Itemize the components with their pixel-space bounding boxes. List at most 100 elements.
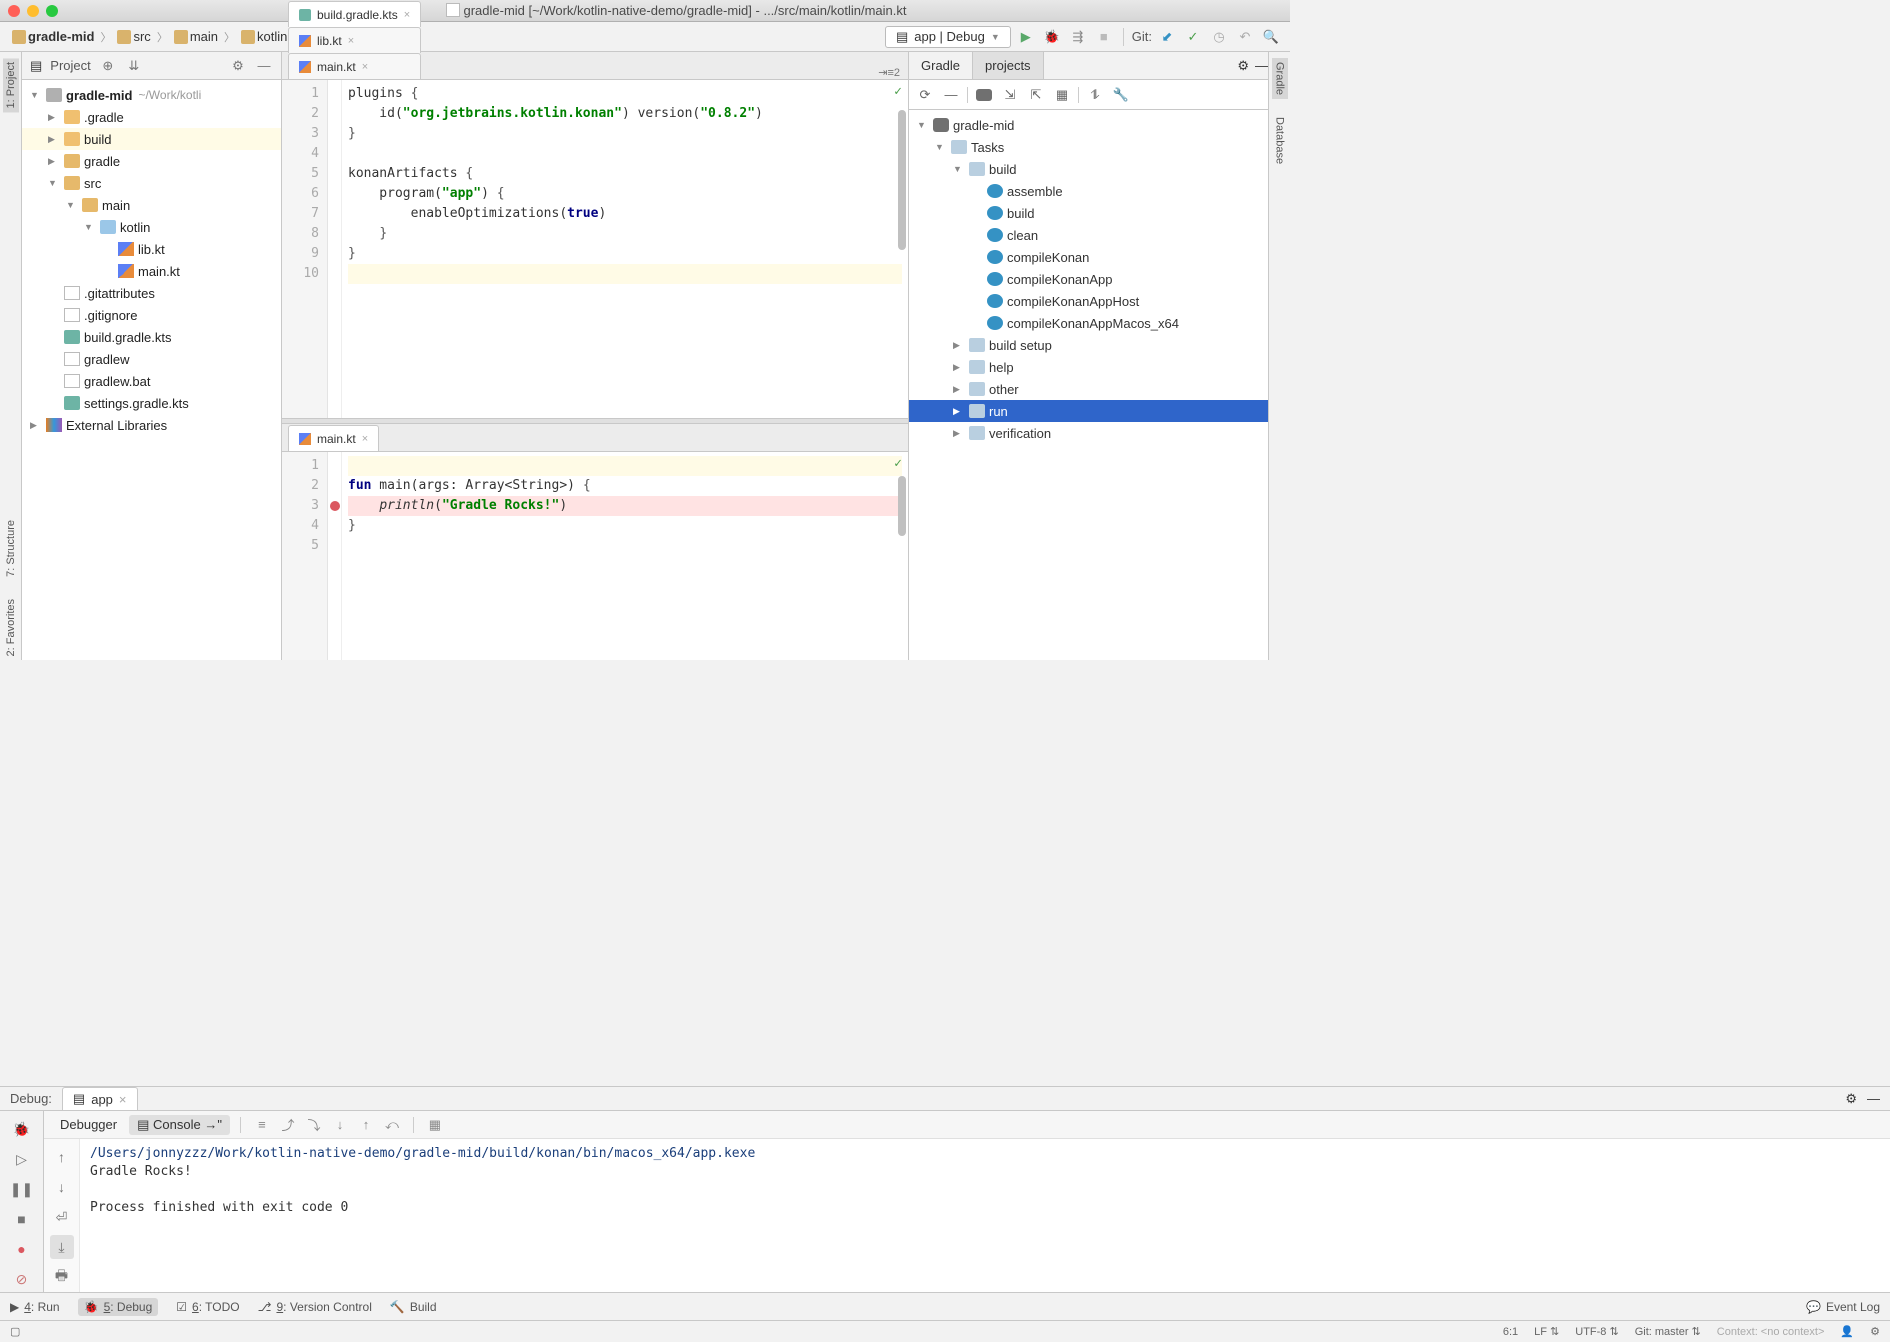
- close-tab-icon[interactable]: ×: [119, 1092, 127, 1107]
- tree-item[interactable]: build.gradle.kts: [22, 326, 281, 348]
- line-ending-selector[interactable]: LF ⇅: [1534, 1325, 1559, 1338]
- hide-gradle-button[interactable]: —: [1255, 58, 1268, 73]
- fold-gutter[interactable]: [328, 80, 342, 418]
- step-out-button[interactable]: ↓: [329, 1114, 351, 1136]
- editor-tab[interactable]: main.kt ×: [288, 425, 379, 451]
- editor-tab[interactable]: lib.kt×: [288, 27, 421, 53]
- memory-indicator[interactable]: ⚙: [1870, 1325, 1880, 1338]
- tree-item[interactable]: ▼src: [22, 172, 281, 194]
- bottom-bar-item[interactable]: ☑6: TODO: [176, 1300, 239, 1314]
- step-over-button[interactable]: ≡: [251, 1114, 273, 1136]
- close-tab-icon[interactable]: ×: [404, 9, 410, 21]
- encoding-selector[interactable]: UTF-8 ⇅: [1575, 1325, 1618, 1338]
- up-button[interactable]: ↑: [50, 1145, 74, 1169]
- run-to-cursor-button[interactable]: ↑: [355, 1114, 377, 1136]
- debug-settings-button[interactable]: ⚙: [1845, 1091, 1857, 1107]
- toolwindow-toggle-icon[interactable]: ▢: [10, 1325, 20, 1338]
- run-button[interactable]: ▶: [1015, 26, 1037, 48]
- gradle-task-group[interactable]: ▼build: [909, 158, 1268, 180]
- gradle-task[interactable]: compileKonanApp: [909, 268, 1268, 290]
- rerun-button[interactable]: 🐞: [10, 1117, 34, 1141]
- force-step-into-button[interactable]: ⤵: [303, 1114, 325, 1136]
- detach-button[interactable]: —: [941, 85, 961, 105]
- close-tab-icon[interactable]: ×: [362, 433, 368, 445]
- tree-item[interactable]: ▶.gradle: [22, 106, 281, 128]
- evaluate-button[interactable]: ▦: [424, 1114, 446, 1136]
- editor-bottom[interactable]: 12345 fun main(args: Array<String>) { pr…: [282, 452, 908, 660]
- tree-item[interactable]: ▼main: [22, 194, 281, 216]
- hide-panel-button[interactable]: —: [255, 57, 273, 75]
- breakpoint-gutter[interactable]: [328, 452, 342, 660]
- context-status[interactable]: Context: <no context>: [1717, 1326, 1825, 1338]
- left-tab-project[interactable]: 1: Project: [3, 58, 19, 112]
- split-indicator[interactable]: ⇥≡2: [878, 66, 900, 79]
- tree-item[interactable]: ▶gradle: [22, 150, 281, 172]
- gradle-task-group[interactable]: ▶build setup: [909, 334, 1268, 356]
- tree-root[interactable]: ▼ gradle-mid ~/Work/kotli: [22, 84, 281, 106]
- history-button[interactable]: ◷: [1208, 26, 1230, 48]
- close-tab-icon[interactable]: ×: [348, 35, 354, 47]
- event-log-button[interactable]: 💬Event Log: [1806, 1300, 1880, 1314]
- git-branch-selector[interactable]: Git: master ⇅: [1635, 1325, 1701, 1338]
- expand-all-button[interactable]: ⇲: [1000, 85, 1020, 105]
- gradle-task[interactable]: compileKonanAppHost: [909, 290, 1268, 312]
- breadcrumb-item[interactable]: src: [113, 27, 154, 46]
- tree-item[interactable]: .gitignore: [22, 304, 281, 326]
- print-button[interactable]: 🖶: [50, 1265, 74, 1289]
- editor-top[interactable]: 12345678910 plugins { id("org.jetbrains.…: [282, 80, 908, 418]
- breadcrumb-item[interactable]: gradle-mid: [8, 27, 98, 46]
- stop-button[interactable]: ■: [1093, 26, 1115, 48]
- resume-button[interactable]: ▷: [10, 1147, 34, 1171]
- scrollbar-thumb[interactable]: [898, 476, 906, 536]
- gradle-task[interactable]: compileKonanAppMacos_x64: [909, 312, 1268, 334]
- search-button[interactable]: 🔍: [1260, 26, 1282, 48]
- debug-session-tab[interactable]: ▤ app ×: [62, 1087, 138, 1110]
- gradle-tasks-node[interactable]: ▼Tasks: [909, 136, 1268, 158]
- run-config-dropdown[interactable]: ▤ app | Debug ▼: [885, 26, 1011, 48]
- hector-icon[interactable]: 👤: [1840, 1325, 1854, 1338]
- tree-item[interactable]: lib.kt: [22, 238, 281, 260]
- project-tree[interactable]: ▼ gradle-mid ~/Work/kotli ▶.gradle▶build…: [22, 80, 281, 660]
- hide-debug-button[interactable]: —: [1867, 1091, 1880, 1106]
- console-tab[interactable]: ▤ Console →": [129, 1115, 230, 1135]
- bottom-bar-item[interactable]: ⎇9: Version Control: [258, 1300, 372, 1314]
- tree-item[interactable]: gradlew.bat: [22, 370, 281, 392]
- tree-item[interactable]: settings.gradle.kts: [22, 392, 281, 414]
- bottom-bar-item[interactable]: 🔨Build: [390, 1300, 437, 1314]
- gradle-settings-button[interactable]: ⚙: [1237, 58, 1249, 74]
- tree-item[interactable]: ▼kotlin: [22, 216, 281, 238]
- close-tab-icon[interactable]: ×: [362, 61, 368, 73]
- gradle-tab-gradle[interactable]: Gradle: [909, 52, 973, 79]
- editor-tab[interactable]: build.gradle.kts×: [288, 1, 421, 27]
- editor-tab[interactable]: main.kt×: [288, 53, 421, 79]
- tree-item[interactable]: .gitattributes: [22, 282, 281, 304]
- tree-external-libs[interactable]: ▶ External Libraries: [22, 414, 281, 436]
- gradle-task-group[interactable]: ▶help: [909, 356, 1268, 378]
- gradle-task-group[interactable]: ▶verification: [909, 422, 1268, 444]
- gradle-task-group[interactable]: ▶run: [909, 400, 1268, 422]
- gradle-tree[interactable]: ▼gradle-mid ▼Tasks ▼buildassemblebuildcl…: [909, 110, 1268, 660]
- collapse-all-button[interactable]: ⇊: [125, 57, 143, 75]
- caret-position[interactable]: 6:1: [1503, 1326, 1518, 1338]
- offline-button[interactable]: ⥮: [1085, 85, 1105, 105]
- down-button[interactable]: ↓: [50, 1175, 74, 1199]
- wrench-button[interactable]: 🔧: [1111, 85, 1131, 105]
- minimize-window-button[interactable]: [27, 5, 39, 17]
- left-tab-favorites[interactable]: 2: Favorites: [3, 595, 19, 660]
- breadcrumb-item[interactable]: kotlin: [237, 27, 291, 46]
- view-breakpoints-button[interactable]: ●: [10, 1237, 34, 1261]
- mute-breakpoints-button[interactable]: ⊘: [10, 1267, 34, 1291]
- debug-button[interactable]: 🐞: [1041, 26, 1063, 48]
- revert-button[interactable]: ↶: [1234, 26, 1256, 48]
- gradle-task[interactable]: build: [909, 202, 1268, 224]
- gradle-task-group[interactable]: ▶other: [909, 378, 1268, 400]
- stop-button[interactable]: ■: [10, 1207, 34, 1231]
- breadcrumb-item[interactable]: main: [170, 27, 222, 46]
- code-area[interactable]: fun main(args: Array<String>) { println(…: [342, 452, 908, 660]
- close-window-button[interactable]: [8, 5, 20, 17]
- bottom-bar-item[interactable]: 🐞5: Debug: [78, 1298, 159, 1316]
- code-area[interactable]: plugins { id("org.jetbrains.kotlin.konan…: [342, 80, 908, 418]
- tree-item[interactable]: ▶build: [22, 128, 281, 150]
- collapse-all-button[interactable]: ⇱: [1026, 85, 1046, 105]
- gradle-task[interactable]: assemble: [909, 180, 1268, 202]
